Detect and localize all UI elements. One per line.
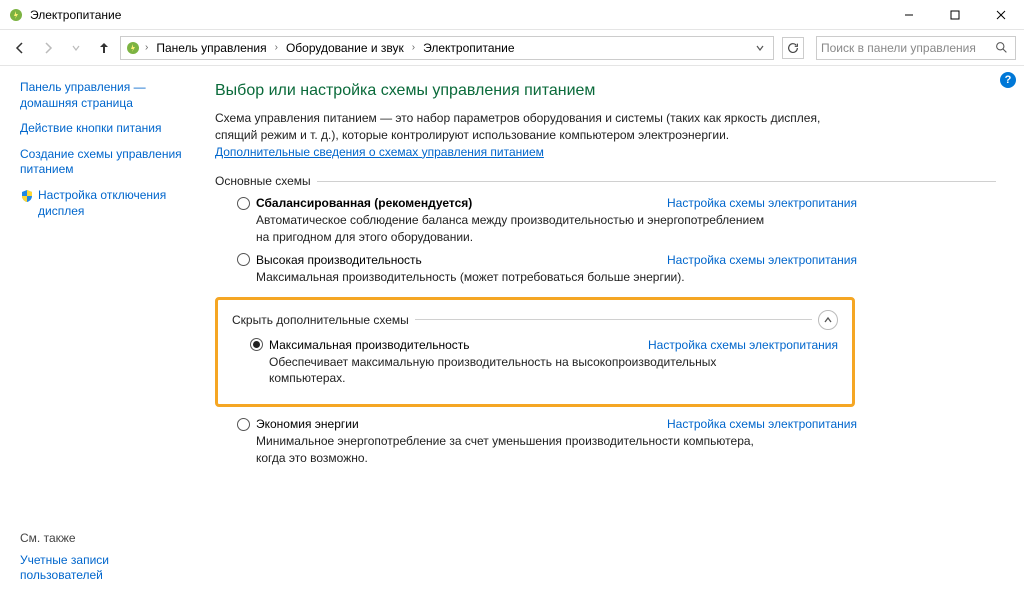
sidebar-home-link[interactable]: Панель управления — домашняя страница	[20, 80, 185, 111]
close-button[interactable]	[978, 0, 1024, 30]
back-button[interactable]	[8, 36, 32, 60]
page-description: Схема управления питанием — это набор па…	[215, 110, 855, 160]
plan-power-saver: Экономия энергии Настройка схемы электро…	[237, 417, 857, 465]
search-input[interactable]	[821, 41, 995, 55]
plan-radio[interactable]	[237, 197, 250, 210]
group-basic-label: Основные схемы	[215, 174, 311, 188]
sidebar-link[interactable]: Создание схемы управления питанием	[20, 147, 185, 178]
plan-name[interactable]: Экономия энергии	[256, 417, 359, 431]
collapse-button[interactable]	[818, 310, 838, 330]
main-content: Выбор или настройка схемы управления пит…	[195, 66, 1024, 604]
breadcrumb[interactable]: › Панель управления › Оборудование и зву…	[120, 36, 774, 60]
sidebar-link[interactable]: Настройка отключения дисплея	[38, 188, 185, 219]
group-basic-header: Основные схемы	[215, 174, 996, 188]
help-button[interactable]: ?	[1000, 72, 1016, 88]
breadcrumb-item[interactable]: Электропитание	[419, 41, 518, 55]
breadcrumb-item[interactable]: Оборудование и звук	[282, 41, 408, 55]
search-box[interactable]	[816, 36, 1016, 60]
breadcrumb-item[interactable]: Панель управления	[152, 41, 270, 55]
plan-settings-link[interactable]: Настройка схемы электропитания	[667, 417, 857, 431]
minimize-button[interactable]	[886, 0, 932, 30]
plan-radio[interactable]	[237, 418, 250, 431]
power-options-icon	[125, 40, 141, 56]
plan-description: Автоматическое соблюдение баланса между …	[256, 212, 776, 244]
plan-name[interactable]: Сбалансированная (рекомендуется)	[256, 196, 472, 210]
plan-name[interactable]: Максимальная производительность	[269, 338, 470, 352]
page-title: Выбор или настройка схемы управления пит…	[215, 82, 996, 100]
search-icon[interactable]	[995, 41, 1011, 54]
chevron-right-icon[interactable]: ›	[273, 42, 280, 53]
recent-locations-dropdown[interactable]	[64, 36, 88, 60]
sidebar-link[interactable]: Действие кнопки питания	[20, 121, 185, 137]
additional-plans-box: Скрыть дополнительные схемы Максимальная…	[215, 297, 855, 407]
plan-high-performance: Высокая производительность Настройка схе…	[237, 253, 857, 285]
plan-radio[interactable]	[250, 338, 263, 351]
plan-name[interactable]: Высокая производительность	[256, 253, 422, 267]
plan-description: Максимальная производительность (может п…	[256, 269, 776, 285]
window-title: Электропитание	[30, 8, 121, 22]
maximize-button[interactable]	[932, 0, 978, 30]
plan-radio[interactable]	[237, 253, 250, 266]
address-dropdown[interactable]	[751, 37, 769, 59]
description-text: Схема управления питанием — это набор па…	[215, 111, 820, 142]
chevron-right-icon[interactable]: ›	[410, 42, 417, 53]
power-options-icon	[8, 7, 24, 23]
plan-settings-link[interactable]: Настройка схемы электропитания	[667, 253, 857, 267]
group-additional-label[interactable]: Скрыть дополнительные схемы	[232, 313, 409, 327]
shield-icon	[20, 189, 34, 203]
forward-button[interactable]	[36, 36, 60, 60]
window-controls	[886, 0, 1024, 30]
learn-more-link[interactable]: Дополнительные сведения о схемах управле…	[215, 145, 544, 159]
sidebar: Панель управления — домашняя страница Де…	[0, 66, 195, 604]
titlebar: Электропитание	[0, 0, 1024, 30]
plan-description: Минимальное энергопотребление за счет ум…	[256, 433, 776, 465]
up-button[interactable]	[92, 36, 116, 60]
see-also-heading: См. также	[20, 531, 185, 545]
plan-description: Обеспечивает максимальную производительн…	[269, 354, 789, 386]
refresh-button[interactable]	[782, 37, 804, 59]
plan-balanced: Сбалансированная (рекомендуется) Настрой…	[237, 196, 857, 244]
plan-settings-link[interactable]: Настройка схемы электропитания	[648, 338, 838, 352]
plan-settings-link[interactable]: Настройка схемы электропитания	[667, 196, 857, 210]
sidebar-see-also-link[interactable]: Учетные записи пользователей	[20, 553, 185, 584]
chevron-right-icon[interactable]: ›	[143, 42, 150, 53]
plan-ultimate-performance: Максимальная производительность Настройк…	[250, 338, 838, 386]
group-additional-header: Скрыть дополнительные схемы	[232, 310, 838, 330]
navbar: › Панель управления › Оборудование и зву…	[0, 30, 1024, 66]
